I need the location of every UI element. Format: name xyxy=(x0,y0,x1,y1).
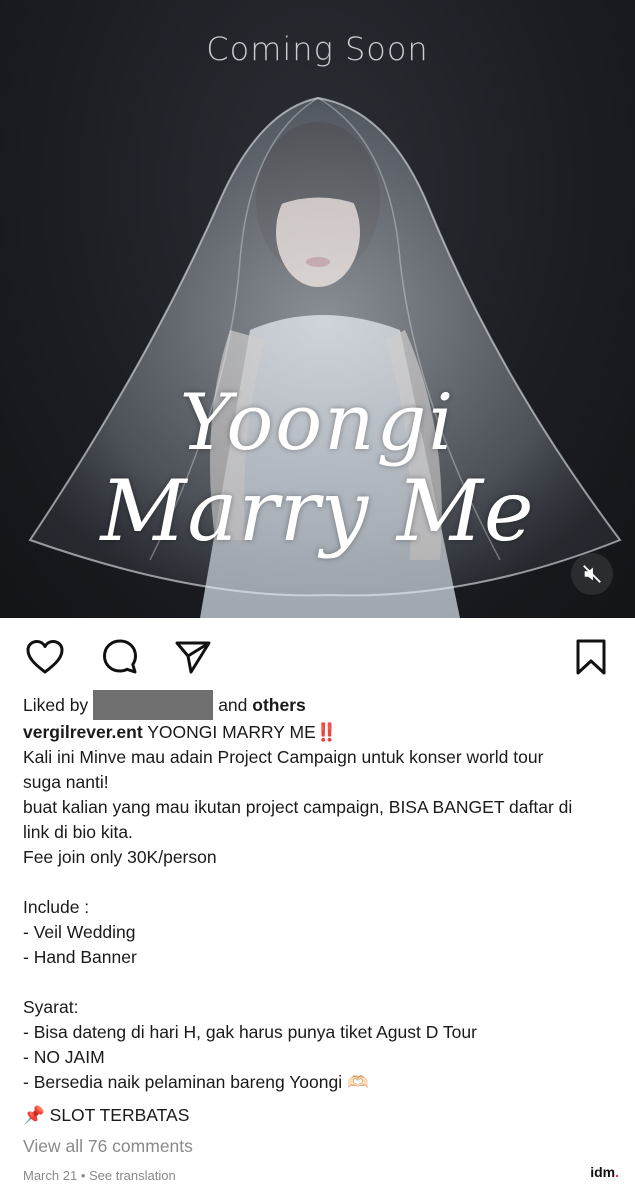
likes-prefix: Liked by xyxy=(23,694,89,715)
meta-separator: • xyxy=(77,1168,89,1183)
post-date: March 21 xyxy=(23,1168,78,1183)
save-button[interactable] xyxy=(570,636,612,678)
caption-line: - Veil Wedding xyxy=(23,922,136,942)
caption-headline-row: vergilrever.ent YOONGI MARRY ME‼️ xyxy=(23,720,615,745)
redacted-username xyxy=(93,690,214,720)
watermark-logo: idm. xyxy=(590,1164,619,1180)
post-meta: March 21 • See translation xyxy=(23,1163,615,1188)
overlay-script-line-2: Marry Me xyxy=(100,462,535,560)
caption-username[interactable]: vergilrever.ent xyxy=(23,722,143,742)
caption-line: Include : xyxy=(23,897,90,917)
caption-line: - Bersedia naik pelaminan bareng Yoongi … xyxy=(23,1072,369,1092)
likes-summary: Liked by and others xyxy=(23,690,615,720)
caption-headline: YOONGI MARRY ME‼️ xyxy=(142,722,338,742)
caption-slot: 📌 SLOT TERBATAS xyxy=(23,1105,190,1125)
caption-line xyxy=(23,870,615,895)
likes-connector: and xyxy=(218,694,248,715)
caption-line: - Bisa dateng di hari H, gak harus punya… xyxy=(23,1022,477,1042)
caption-line: buat kalian yang mau ikutan project camp… xyxy=(23,797,573,817)
caption-line xyxy=(23,970,615,995)
caption-line: link di bio kita. xyxy=(23,822,133,842)
share-button[interactable] xyxy=(172,636,214,678)
send-icon xyxy=(175,641,211,674)
view-comments-link[interactable]: View all 76 comments xyxy=(23,1134,615,1159)
caption-line: Kali ini Minve mau adain Project Campaig… xyxy=(23,747,544,767)
like-button[interactable] xyxy=(24,636,66,678)
action-bar xyxy=(0,636,635,678)
caption-line: - Hand Banner xyxy=(23,947,137,967)
see-translation-link[interactable]: See translation xyxy=(89,1168,176,1183)
watermark-dot: . xyxy=(615,1164,619,1180)
overlay-script-line-1: Yoongi xyxy=(179,378,456,468)
bookmark-icon xyxy=(576,639,606,675)
watermark-text: idm xyxy=(590,1164,616,1180)
caption-line: suga nanti! xyxy=(23,772,109,792)
caption-line: Fee join only 30K/person xyxy=(23,847,217,867)
caption-line: - NO JAIM xyxy=(23,1047,105,1067)
comment-icon xyxy=(103,639,137,674)
likes-others-link[interactable]: others xyxy=(252,693,305,718)
mute-button[interactable] xyxy=(571,553,613,595)
caption-body: Kali ini Minve mau adain Project Campaig… xyxy=(23,745,615,1095)
overlay-coming-soon: Coming Soon xyxy=(206,30,429,68)
speaker-muted-icon xyxy=(583,565,601,583)
comment-button[interactable] xyxy=(99,636,141,678)
post-caption: Liked by and others vergilrever.ent YOON… xyxy=(23,690,615,1188)
post-media[interactable]: Coming Soon Yoongi Marry Me xyxy=(0,0,635,618)
caption-line: Syarat: xyxy=(23,997,79,1017)
heart-icon xyxy=(26,640,64,674)
